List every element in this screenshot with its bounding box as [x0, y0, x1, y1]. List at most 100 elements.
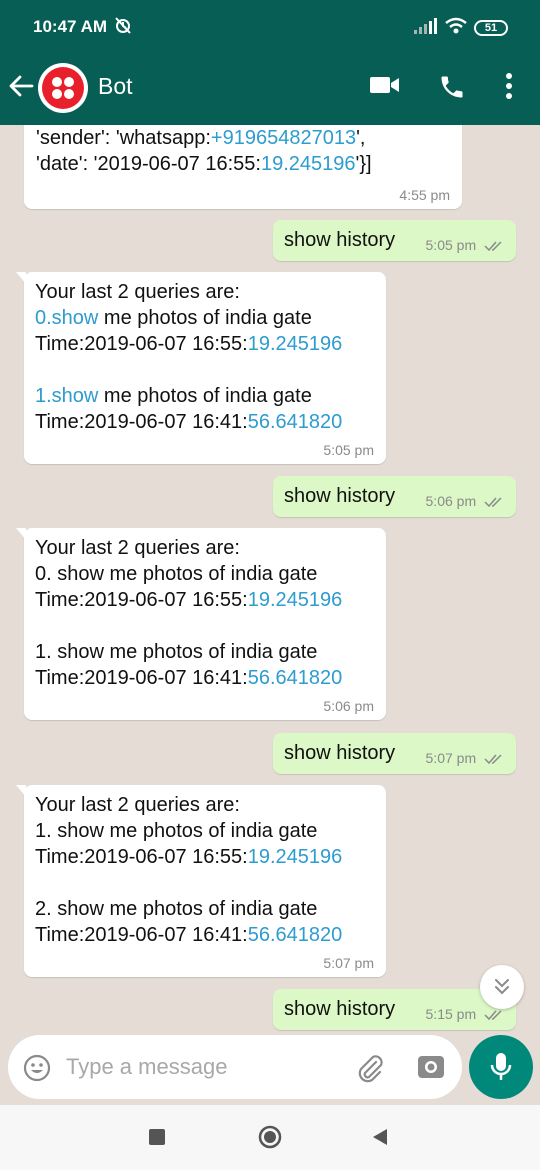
message-line: Time:2019-06-07 16:41:56.641820 [35, 665, 342, 691]
message-line: 'date': '2019-06-07 16:55:19.245196'}] [36, 151, 372, 177]
message-text-segment: Time:2019-06-07 16:41: [35, 411, 248, 433]
paperclip-icon[interactable] [354, 1052, 386, 1089]
message-outgoing[interactable]: show history 5:07 pm [273, 733, 516, 774]
message-link[interactable]: 19.245196 [261, 153, 356, 175]
scroll-to-bottom-button[interactable] [480, 965, 524, 1009]
message-time: 5:05 pm [323, 442, 374, 458]
message-line: Your last 2 queries are: [35, 279, 342, 305]
message-incoming[interactable]: Your last 2 queries are: 1. show me photo… [16, 785, 386, 977]
arrow-left-icon[interactable] [8, 74, 34, 103]
message-line: 0.show me photos of india gate [35, 305, 342, 331]
double-check-icon [484, 497, 502, 508]
more-vertical-icon[interactable] [502, 72, 516, 105]
message-text-segment: 'date': '2019-06-07 16:55: [36, 153, 261, 175]
message-line: 1.show me photos of india gate [35, 383, 342, 409]
message-text-segment: me photos of india gate [98, 385, 312, 407]
message-line: 1. show me photos of india gate [35, 639, 342, 665]
message-text-segment: Time:2019-06-07 16:55: [35, 333, 248, 355]
message-text-segment: 0. show me photos of india gate [35, 563, 318, 585]
chat-header: Bot [0, 48, 540, 125]
message-text-segment: ', [356, 127, 366, 149]
message-time: 5:07 pm [426, 750, 504, 766]
message-input[interactable] [66, 1052, 336, 1082]
message-text: Your last 2 queries are: 0.show me photos… [35, 279, 342, 435]
wifi-icon [444, 17, 468, 40]
message-link[interactable]: 19.245196 [248, 589, 343, 611]
message-line: 2. show me photos of india gate [35, 896, 342, 922]
message-text-segment: Your last 2 queries are: [35, 794, 240, 816]
message-line-gap [35, 870, 342, 896]
message-text-segment: me photos of india gate [98, 307, 312, 329]
message-line: 'sender': 'whatsapp:+919654827013', [36, 125, 372, 151]
message-link[interactable]: 1.show [35, 385, 98, 407]
message-text: 'sender': 'whatsapp:+919654827013','date… [36, 125, 372, 177]
message-text-segment: 1. show me photos of india gate [35, 641, 318, 663]
message-line: Time:2019-06-07 16:41:56.641820 [35, 922, 342, 948]
avatar[interactable] [38, 63, 88, 113]
message-line: 1. show me photos of india gate [35, 818, 342, 844]
message-text: Your last 2 queries are: 0. show me photo… [35, 535, 342, 691]
voice-record-button[interactable] [469, 1035, 533, 1099]
message-incoming[interactable]: Your last 2 queries are: 0.show me photos… [16, 272, 386, 464]
message-text-segment: Time:2019-06-07 16:41: [35, 924, 248, 946]
message-text-segment: Time:2019-06-07 16:41: [35, 667, 248, 689]
message-incoming[interactable]: Your last 2 queries are: 0. show me photo… [16, 528, 386, 720]
message-outgoing[interactable]: show history 5:05 pm [273, 220, 516, 261]
message-time: 5:06 pm [426, 493, 504, 509]
alarm-off-icon [113, 15, 133, 40]
back-triangle-icon[interactable] [371, 1127, 389, 1152]
chat-messages[interactable]: 'sender': 'whatsapp:+919654827013','date… [0, 125, 540, 1105]
message-text: show history [284, 229, 396, 251]
signal-icon [414, 18, 438, 39]
message-link[interactable]: 0.show [35, 307, 98, 329]
message-time: 5:05 pm [426, 237, 504, 253]
message-text: Your last 2 queries are: 1. show me photo… [35, 792, 342, 948]
message-time: 5:06 pm [323, 698, 374, 714]
message-link[interactable]: 56.641820 [248, 411, 343, 433]
message-text: show history [284, 485, 396, 507]
message-text-segment: 2. show me photos of india gate [35, 898, 318, 920]
message-line: Time:2019-06-07 16:55:19.245196 [35, 587, 342, 613]
message-text-segment: Time:2019-06-07 16:55: [35, 846, 248, 868]
message-text-segment: Time:2019-06-07 16:55: [35, 589, 248, 611]
message-link[interactable]: 56.641820 [248, 667, 343, 689]
home-icon[interactable] [258, 1125, 282, 1154]
message-time: 4:55 pm [399, 187, 450, 203]
message-line: Time:2019-06-07 16:41:56.641820 [35, 409, 342, 435]
double-check-icon [484, 1010, 502, 1021]
message-line: Time:2019-06-07 16:55:19.245196 [35, 844, 342, 870]
message-composer [8, 1035, 462, 1099]
message-outgoing[interactable]: show history 5:06 pm [273, 476, 516, 517]
video-call-icon[interactable] [370, 75, 400, 100]
message-text-segment: 'sender': 'whatsapp: [36, 127, 211, 149]
message-line: Time:2019-06-07 16:55:19.245196 [35, 331, 342, 357]
phone-icon[interactable] [438, 73, 466, 106]
system-nav-bar [0, 1105, 540, 1170]
message-text: show history [284, 742, 396, 764]
message-incoming[interactable]: 'sender': 'whatsapp:+919654827013','date… [24, 125, 462, 209]
camera-icon[interactable] [416, 1053, 446, 1086]
message-link[interactable]: 56.641820 [248, 924, 343, 946]
battery-indicator: 51 [474, 20, 508, 36]
message-text-segment: Your last 2 queries are: [35, 537, 240, 559]
message-line-gap [35, 613, 342, 639]
message-line: 0. show me photos of india gate [35, 561, 342, 587]
message-text-segment: Your last 2 queries are: [35, 281, 240, 303]
message-text-segment: '}] [355, 153, 372, 175]
message-link[interactable]: +919654827013 [211, 127, 356, 149]
message-line: Your last 2 queries are: [35, 535, 342, 561]
recent-apps-icon[interactable] [149, 1129, 165, 1145]
double-chevron-down-icon [495, 979, 509, 995]
message-link[interactable]: 19.245196 [248, 846, 343, 868]
message-link[interactable]: 19.245196 [248, 333, 343, 355]
bot-logo-icon [42, 67, 84, 109]
chat-title[interactable]: Bot [98, 73, 133, 100]
microphone-icon [489, 1051, 513, 1088]
status-bar: 10:47 AM 51 [0, 0, 540, 48]
emoji-icon[interactable] [23, 1054, 51, 1087]
message-time: 5:07 pm [323, 955, 374, 971]
status-time: 10:47 AM [33, 17, 108, 36]
message-text-segment: 1. show me photos of india gate [35, 820, 318, 842]
message-line: Your last 2 queries are: [35, 792, 342, 818]
message-line-gap [35, 357, 342, 383]
